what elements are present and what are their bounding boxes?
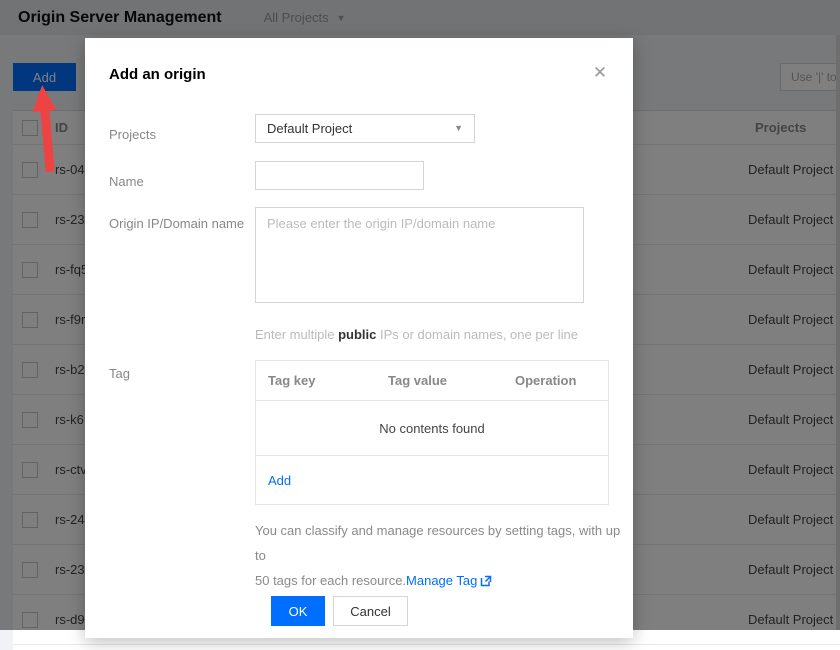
manage-tag-link[interactable]: Manage Tag [406,573,477,588]
tag-add-row: Add [256,456,608,504]
name-input[interactable] [255,161,424,190]
origin-hint: Enter multiple public IPs or domain name… [255,327,578,342]
tag-value-header: Tag value [388,373,515,388]
tag-add-link[interactable]: Add [268,473,291,488]
tag-table-header: Tag key Tag value Operation [256,361,608,401]
tag-note: You can classify and manage resources by… [255,518,627,595]
close-icon[interactable]: ✕ [589,62,611,84]
tag-label: Tag [109,364,130,384]
origin-textarea[interactable] [255,207,584,303]
name-label: Name [109,168,144,196]
projects-select-value: Default Project [267,121,352,136]
projects-select[interactable]: Default Project ▼ [255,114,475,143]
external-link-icon [480,570,492,595]
tag-note-line1: You can classify and manage resources by… [255,518,627,568]
operation-header: Operation [515,373,605,388]
origin-label: Origin IP/Domain name [109,214,244,234]
cancel-button[interactable]: Cancel [333,596,408,626]
ok-button[interactable]: OK [271,596,325,626]
chevron-down-icon: ▼ [454,115,463,142]
tag-empty-message: No contents found [256,401,608,456]
tag-table: Tag key Tag value Operation No contents … [255,360,609,505]
dialog-title: Add an origin [109,66,206,83]
tag-note-line2: 50 tags for each resource. [255,573,406,588]
add-origin-dialog: Add an origin ✕ Projects Default Project… [85,38,633,638]
projects-label: Projects [109,121,156,149]
tag-key-header: Tag key [256,373,388,388]
